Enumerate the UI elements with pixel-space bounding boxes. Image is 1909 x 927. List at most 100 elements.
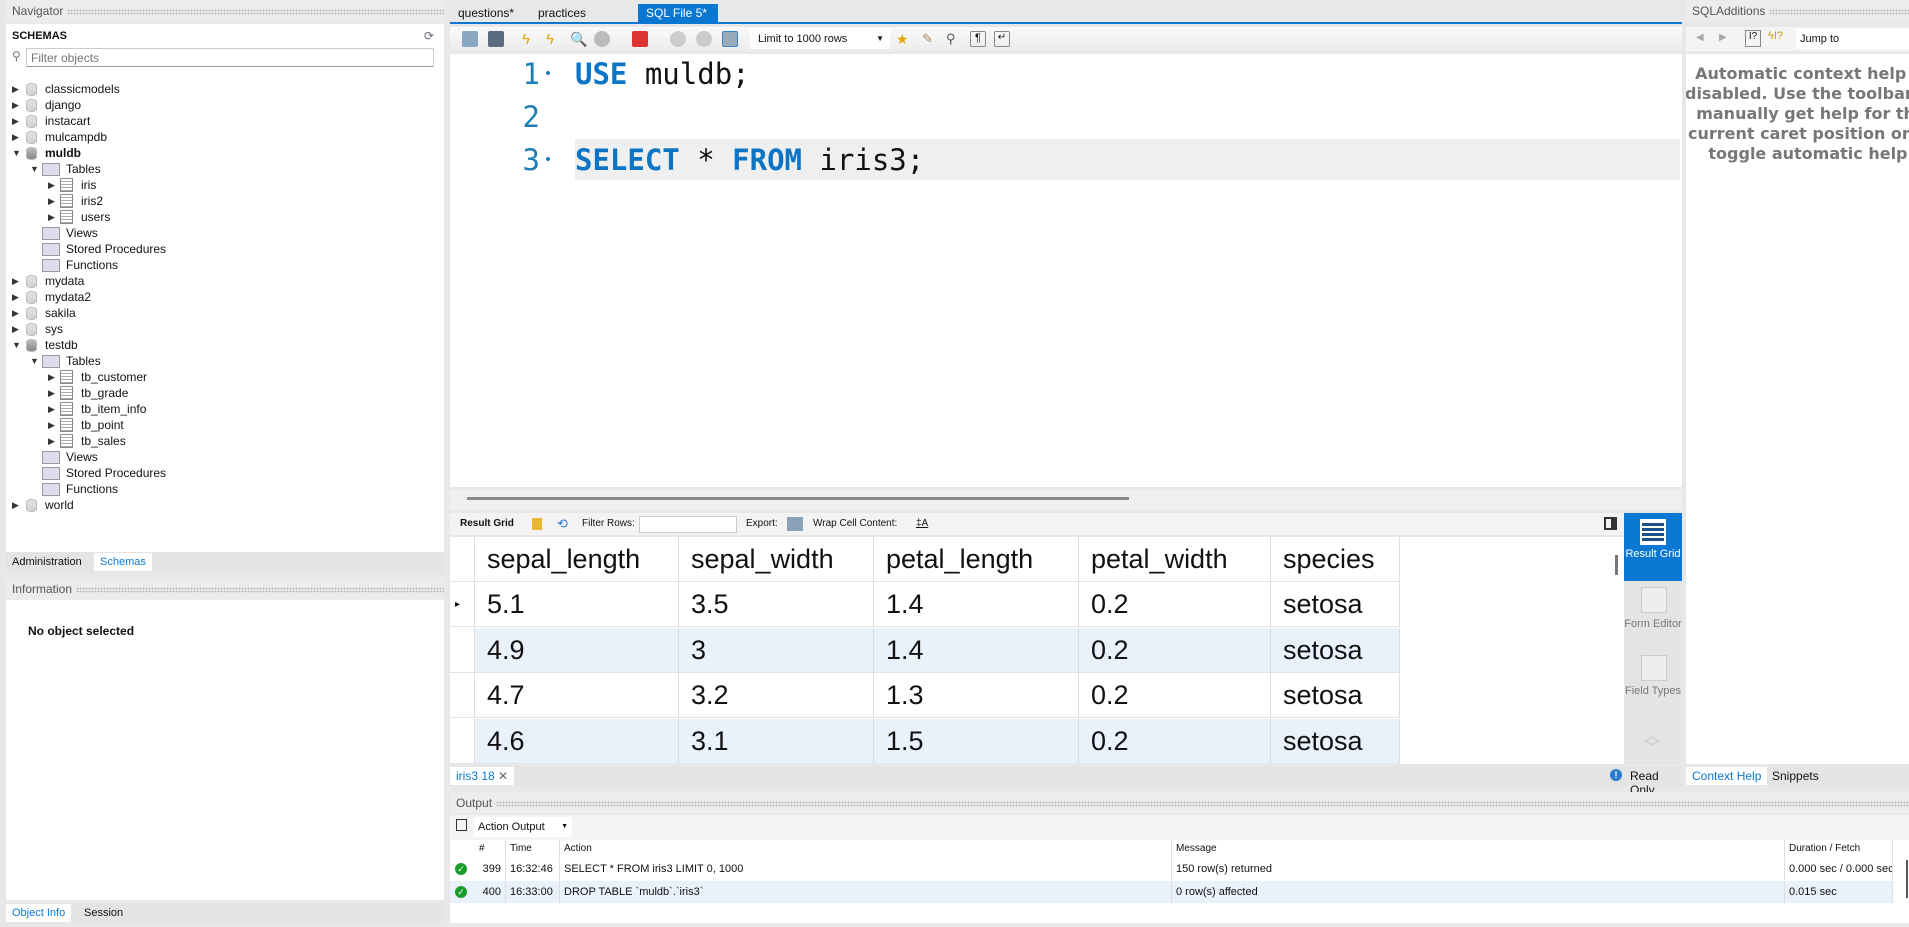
export-icon[interactable] [787,517,803,531]
grid-cell[interactable]: 0.2 [1079,673,1271,718]
grid-cell[interactable]: 0.2 [1079,627,1271,673]
tab-iris3-result[interactable]: iris3 18 ✕ [450,767,515,785]
wrap-lines-icon[interactable]: ↵ [994,31,1010,47]
filter-rows-input[interactable] [639,516,737,533]
manual-help-icon[interactable]: I? [1745,30,1761,47]
grid-cell[interactable]: setosa [1271,627,1400,673]
collapsed-arrow-icon[interactable]: ▶ [12,321,22,337]
tree-item-tb_customer[interactable]: ▶ tb_customer [48,369,147,385]
horizontal-scrollbar[interactable] [467,497,1129,500]
field-types-icon[interactable] [1641,655,1667,681]
collapsed-arrow-icon[interactable]: ▶ [48,209,58,225]
tree-item-django[interactable]: ▶ django [12,97,81,113]
collapsed-arrow-icon[interactable]: ▶ [12,305,22,321]
output-column-header[interactable]: # [475,840,506,857]
form-editor-button[interactable]: Form Editor [1624,618,1682,630]
grid-cell[interactable]: 1.4 [874,582,1079,627]
tree-item-iris[interactable]: ▶ iris [48,177,96,193]
forward-icon[interactable]: ▶ [1719,32,1727,43]
collapsed-arrow-icon[interactable]: ▶ [48,193,58,209]
jump-to-select[interactable]: Jump to [1796,29,1909,49]
toggle-panel-icon[interactable] [1604,517,1617,530]
tree-item-instacart[interactable]: ▶ instacart [12,113,90,129]
tree-item-functions[interactable]: Functions [30,481,118,497]
tree-item-sakila[interactable]: ▶ sakila [12,305,76,321]
find-icon[interactable]: ⚲ [946,31,962,47]
tree-item-mydata2[interactable]: ▶ mydata2 [12,289,91,305]
grid-cell[interactable]: 3.1 [679,718,874,764]
grid-cell[interactable]: setosa [1271,582,1400,627]
tab-snippets[interactable]: Snippets [1766,767,1825,785]
grid-cell[interactable]: 3.2 [679,673,874,718]
expanded-arrow-icon[interactable]: ▼ [12,337,22,353]
expanded-arrow-icon[interactable]: ▼ [30,353,40,369]
tab-sql-file-5[interactable]: SQL File 5* ✕ [638,4,718,38]
collapsed-arrow-icon[interactable]: ▶ [12,289,22,305]
grid-cell[interactable]: 1.4 [874,627,1079,673]
column-header[interactable]: petal_width [1079,537,1271,582]
tree-item-tb_sales[interactable]: ▶ tb_sales [48,433,126,449]
collapsed-arrow-icon[interactable]: ▶ [48,433,58,449]
tree-item-world[interactable]: ▶ world [12,497,74,513]
beautify-icon[interactable]: ✎ [922,31,938,47]
collapsed-arrow-icon[interactable]: ▶ [12,113,22,129]
grid-cell[interactable]: 1.3 [874,673,1079,718]
tree-item-sys[interactable]: ▶ sys [12,321,63,337]
toggle-error-icon[interactable] [632,31,648,47]
tree-item-muldb[interactable]: ▼ muldb [12,145,81,161]
collapsed-arrow-icon[interactable]: ▶ [12,273,22,289]
tab-questions[interactable]: questions* [450,4,522,22]
grid-columns-icon[interactable] [532,518,542,530]
row-header[interactable] [450,718,475,764]
tree-item-stored-procedures[interactable]: Stored Procedures [30,241,166,257]
tab-schemas[interactable]: Schemas [94,553,152,571]
expanded-arrow-icon[interactable]: ▼ [12,145,22,161]
sql-editor[interactable]: 1 2 3 USE muldb; SELECT * FROM iris3; [450,54,1682,487]
row-header[interactable] [450,673,475,718]
grid-cell[interactable]: 1.5 [874,718,1079,764]
collapsed-arrow-icon[interactable]: ▶ [12,129,22,145]
tab-administration[interactable]: Administration [6,553,88,571]
wrap-cell-icon[interactable]: ‡A [916,513,928,535]
filter-objects-input[interactable] [26,48,434,67]
collapsed-arrow-icon[interactable]: ▶ [48,385,58,401]
tab-practices[interactable]: practices [530,4,594,22]
row-header[interactable] [450,627,475,673]
grid-cell[interactable]: 0.2 [1079,582,1271,627]
bookmark-star-icon[interactable]: ★ [896,31,912,47]
grid-cell[interactable]: 4.9 [475,627,679,673]
grid-cell[interactable]: 4.7 [475,673,679,718]
tree-item-tb_point[interactable]: ▶ tb_point [48,417,124,433]
tab-object-info[interactable]: Object Info [6,904,72,922]
grid-cell[interactable]: setosa [1271,673,1400,718]
tree-item-tables[interactable]: ▼ Tables [30,161,101,177]
tree-item-tb_grade[interactable]: ▶ tb_grade [48,385,128,401]
tree-item-classicmodels[interactable]: ▶ classicmodels [12,81,120,97]
autocommit-icon[interactable] [722,31,738,47]
explain-icon[interactable]: 🔍 [570,31,587,47]
tree-item-functions[interactable]: Functions [30,257,118,273]
grid-cell[interactable]: 3.5 [679,582,874,627]
result-grid-view-button[interactable]: Result Grid [1624,513,1682,581]
output-column-header[interactable]: Action [560,840,1172,857]
column-header[interactable]: sepal_width [679,537,874,582]
form-editor-icon[interactable] [1641,587,1667,613]
collapsed-arrow-icon[interactable]: ▶ [48,369,58,385]
invisible-chars-icon[interactable]: ¶ [970,31,986,47]
open-file-icon[interactable] [462,31,478,47]
refresh-icon[interactable]: ⟲ [557,513,568,535]
column-header[interactable]: species [1271,537,1400,582]
tab-context-help[interactable]: Context Help [1686,767,1768,785]
scroll-arrows-icon[interactable]: ︿ ﹀ [1644,729,1660,757]
output-type-select[interactable]: Action Output ▼ [474,817,572,837]
tree-item-iris2[interactable]: ▶ iris2 [48,193,103,209]
column-header[interactable]: sepal_length [475,537,679,582]
stop-icon[interactable] [594,31,610,47]
collapsed-arrow-icon[interactable]: ▶ [48,417,58,433]
tab-session[interactable]: Session [78,904,129,922]
expanded-arrow-icon[interactable]: ▼ [30,161,40,177]
output-column-header[interactable]: Message [1172,840,1785,857]
collapsed-arrow-icon[interactable]: ▶ [12,497,22,513]
collapsed-arrow-icon[interactable]: ▶ [12,81,22,97]
tree-item-views[interactable]: Views [30,449,98,465]
